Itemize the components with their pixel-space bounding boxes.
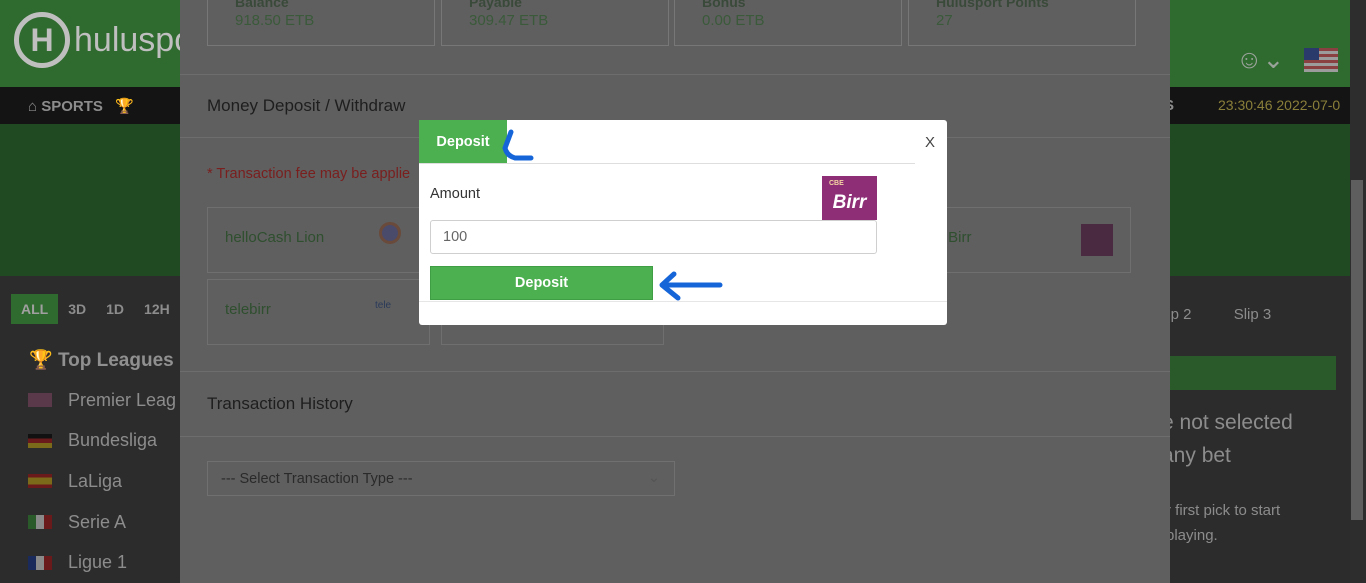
brand-main: Birr (832, 192, 867, 213)
filter-1d[interactable]: 1D (96, 294, 134, 324)
tab-slip-3[interactable]: Slip 3 (1234, 306, 1272, 323)
method-telebirr[interactable]: telebirr tele (207, 279, 430, 345)
fee-note: * Transaction fee may be applie (207, 166, 411, 182)
user-icon[interactable]: ☺⌄ (1236, 44, 1284, 75)
logo-mark: H (14, 12, 70, 68)
history-title: Transaction History (207, 394, 353, 413)
filter-all[interactable]: ALL (11, 294, 59, 324)
stat-label: Hulusport Points (936, 0, 1049, 10)
betslip-hint: r first pick to start playing. (1166, 498, 1280, 548)
top-leagues-title: 🏆 Top Leagues (29, 350, 174, 371)
league-bundesliga[interactable]: Bundesliga (11, 421, 181, 462)
time-filters: ALL 3D 1D 12H (11, 294, 180, 324)
select-placeholder: --- Select Transaction Type --- (221, 471, 413, 487)
league-label: Serie A (68, 511, 127, 532)
amount-input[interactable] (430, 220, 877, 254)
top-leagues-title-text: Top Leagues (57, 350, 174, 371)
filter-3d[interactable]: 3D (58, 294, 96, 324)
stat-points: Hulusport Points 27 (908, 0, 1136, 46)
betslip-message-line-2: any bet (1162, 444, 1231, 467)
chevron-down-icon: ⌄ (647, 470, 660, 486)
method-hellocash[interactable]: helloCash Lion (207, 207, 430, 273)
transaction-type-select[interactable]: --- Select Transaction Type --- ⌄ (207, 461, 675, 496)
stat-label: Bonus (702, 0, 746, 10)
annotation-arrow-icon (659, 271, 723, 301)
cbe-birr-icon (1081, 224, 1113, 256)
tab-divider (419, 163, 915, 164)
stat-bonus: Bonus 0.00 ETB (674, 0, 902, 46)
it-flag-icon (28, 515, 52, 530)
league-label: Ligue 1 (68, 552, 128, 573)
league-label: Premier Leag (68, 389, 177, 410)
de-flag-icon (28, 433, 52, 448)
league-label: LaLiga (68, 470, 123, 491)
top-leagues: 🏆 Top Leagues Premier Leag Bundesliga La… (11, 340, 181, 583)
hellocash-icon (379, 222, 401, 244)
clock: 23:30:46 2022-07-0 (1218, 97, 1341, 113)
nav-sports-label: SPORTS (41, 98, 103, 115)
stat-value: 918.50 ETB (235, 12, 315, 29)
stat-value: 309.47 ETB (469, 12, 549, 29)
betslip-header-bar (1170, 356, 1336, 390)
league-ligue-1[interactable]: Ligue 1 (11, 542, 181, 583)
divider (180, 74, 1170, 75)
deposit-section-title: Money Deposit / Withdraw (207, 96, 406, 115)
es-flag-icon (28, 474, 52, 489)
stat-value: 27 (936, 12, 953, 29)
cbe-birr-logo: CBE Birr (822, 176, 877, 220)
league-premier[interactable]: Premier Leag (11, 380, 181, 421)
betslip-tabs: lip 2 Slip 3 (1164, 306, 1309, 323)
league-serie-a[interactable]: Serie A (11, 502, 181, 543)
league-label: Bundesliga (68, 430, 158, 451)
brand-top: CBE (829, 180, 844, 187)
stat-value: 0.00 ETB (702, 12, 765, 29)
close-button[interactable]: X (925, 134, 935, 151)
method-label: telebirr (225, 301, 271, 318)
stat-balance: Balance 918.50 ETB (207, 0, 435, 46)
logo-text: huluspo (74, 20, 194, 59)
betslip-message-line-1: e not selected (1162, 411, 1293, 434)
stat-label: Payable (469, 0, 522, 10)
stat-payable: Payable 309.47 ETB (441, 0, 669, 46)
nav-sports[interactable]: ⌂ SPORTS 🏆 (28, 97, 134, 115)
divider (180, 436, 1170, 437)
method-label: helloCash Lion (225, 229, 325, 246)
uk-flag-icon (28, 393, 52, 408)
telebirr-icon: tele (375, 300, 392, 311)
us-flag-icon[interactable] (1304, 48, 1338, 72)
league-laliga[interactable]: LaLiga (11, 461, 181, 502)
scrollbar-thumb[interactable] (1351, 180, 1363, 520)
fr-flag-icon (28, 555, 52, 570)
betslip-empty-message: e not selected any bet (1162, 406, 1293, 472)
deposit-submit-button[interactable]: Deposit (430, 266, 653, 300)
site-logo[interactable]: H huluspo (14, 12, 193, 68)
filter-12h[interactable]: 12H (134, 294, 180, 324)
annotation-arrow-icon (502, 129, 534, 161)
betslip-hint-line-1: r first pick to start (1166, 502, 1281, 519)
betslip-hint-line-2: playing. (1166, 527, 1218, 544)
divider (180, 371, 1170, 372)
stat-label: Balance (235, 0, 289, 10)
deposit-tab[interactable]: Deposit (419, 120, 507, 163)
betslip-pane: lip 2 Slip 3 e not selected any bet r fir… (1162, 294, 1336, 583)
page-scrollbar[interactable] (1350, 0, 1366, 583)
amount-label: Amount (430, 186, 480, 202)
